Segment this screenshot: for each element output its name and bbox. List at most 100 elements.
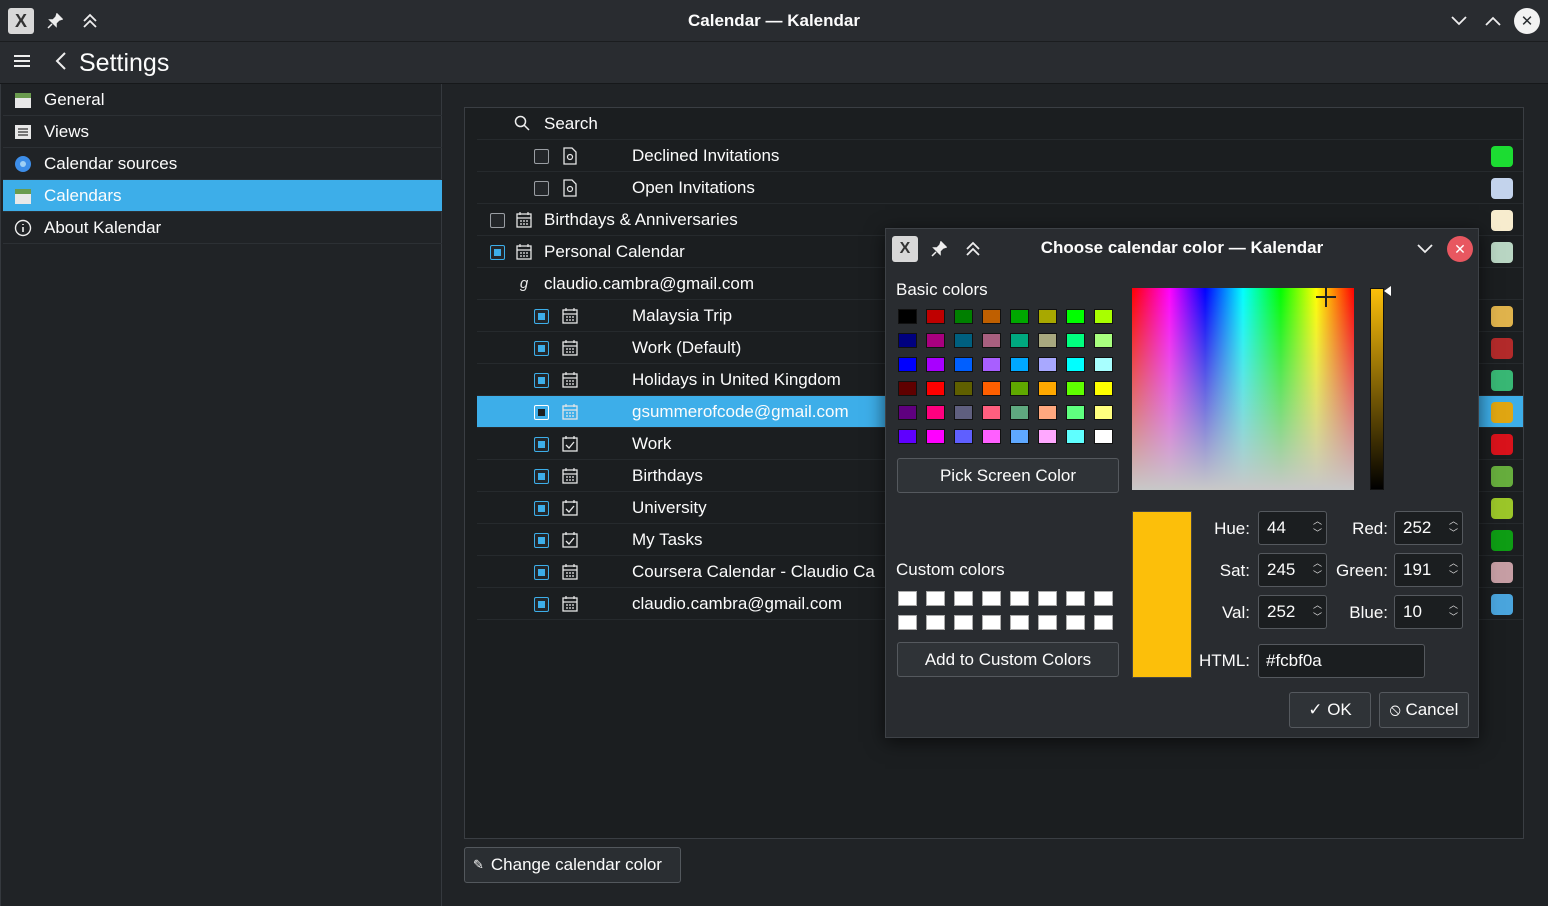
basic-color-swatch[interactable] (954, 333, 973, 348)
basic-color-swatch[interactable] (1066, 333, 1085, 348)
basic-color-swatch[interactable] (1038, 405, 1057, 420)
calendar-checkbox[interactable] (534, 405, 549, 420)
calendar-checkbox[interactable] (534, 533, 549, 548)
calendar-color-swatch[interactable] (1491, 402, 1513, 423)
basic-color-swatch[interactable] (926, 405, 945, 420)
custom-color-swatch[interactable] (1038, 591, 1057, 606)
picker-crosshair[interactable] (1316, 287, 1336, 307)
add-to-custom-colors-button[interactable]: Add to Custom Colors (897, 642, 1119, 677)
basic-color-swatch[interactable] (1066, 405, 1085, 420)
calendar-color-swatch[interactable] (1491, 178, 1513, 199)
custom-color-swatch[interactable] (954, 615, 973, 630)
calendar-color-swatch[interactable] (1491, 146, 1513, 167)
calendar-checkbox[interactable] (534, 437, 549, 452)
back-icon[interactable] (54, 49, 68, 79)
green-spinbox[interactable]: 191 ︿ ﹀ (1394, 553, 1463, 587)
ok-button[interactable]: ✓ OK (1289, 692, 1371, 728)
calendar-checkbox[interactable] (534, 469, 549, 484)
calendar-color-swatch[interactable] (1491, 242, 1513, 263)
calendar-color-swatch[interactable] (1491, 466, 1513, 487)
calendar-color-swatch[interactable] (1491, 338, 1513, 359)
basic-color-swatch[interactable] (1094, 357, 1113, 372)
minimize-icon[interactable] (1412, 236, 1438, 262)
basic-color-swatch[interactable] (982, 381, 1001, 396)
calendar-checkbox[interactable] (534, 373, 549, 388)
calendar-checkbox[interactable] (534, 565, 549, 580)
basic-color-swatch[interactable] (982, 333, 1001, 348)
custom-color-swatch[interactable] (1010, 591, 1029, 606)
calendar-row[interactable]: Open Invitations (477, 172, 1523, 204)
spin-arrows-icon[interactable]: ︿ ﹀ (1313, 557, 1322, 581)
maximize-icon[interactable] (1480, 8, 1506, 34)
basic-color-swatch[interactable] (1038, 357, 1057, 372)
calendar-checkbox[interactable] (490, 245, 505, 260)
custom-color-swatch[interactable] (1066, 591, 1085, 606)
basic-color-swatch[interactable] (926, 357, 945, 372)
sidebar-item-about[interactable]: About Kalendar (3, 212, 442, 244)
html-color-input[interactable]: #fcbf0a (1258, 644, 1425, 678)
val-spinbox[interactable]: 252 ︿ ﹀ (1258, 595, 1327, 629)
hue-spinbox[interactable]: 44 ︿ ﹀ (1258, 511, 1327, 545)
close-icon[interactable]: ✕ (1514, 8, 1540, 34)
custom-color-swatch[interactable] (954, 591, 973, 606)
calendar-checkbox[interactable] (534, 341, 549, 356)
value-slider[interactable] (1370, 288, 1384, 490)
custom-color-swatch[interactable] (1066, 615, 1085, 630)
basic-color-swatch[interactable] (954, 357, 973, 372)
value-slider-handle[interactable] (1384, 286, 1391, 296)
basic-color-swatch[interactable] (898, 309, 917, 324)
basic-color-swatch[interactable] (1038, 309, 1057, 324)
close-icon[interactable]: ✕ (1447, 236, 1473, 262)
spin-arrows-icon[interactable]: ︿ ﹀ (1449, 557, 1458, 581)
sidebar-item-calendars[interactable]: Calendars (3, 180, 442, 212)
spin-arrows-icon[interactable]: ︿ ﹀ (1313, 515, 1322, 539)
search-row[interactable]: Search (477, 108, 1523, 140)
minimize-icon[interactable] (1446, 8, 1472, 34)
cancel-button[interactable]: ⦸ Cancel (1379, 692, 1469, 728)
basic-color-swatch[interactable] (982, 309, 1001, 324)
sidebar-item-calendar-sources[interactable]: Calendar sources (3, 148, 442, 180)
sidebar-item-general[interactable]: General (3, 84, 442, 116)
calendar-color-swatch[interactable] (1491, 210, 1513, 231)
basic-color-swatch[interactable] (982, 405, 1001, 420)
calendar-color-swatch[interactable] (1491, 498, 1513, 519)
hamburger-menu-icon[interactable] (12, 52, 32, 76)
calendar-checkbox[interactable] (534, 181, 549, 196)
calendar-color-swatch[interactable] (1491, 370, 1513, 391)
calendar-checkbox[interactable] (534, 149, 549, 164)
calendar-checkbox[interactable] (534, 501, 549, 516)
basic-color-swatch[interactable] (1010, 381, 1029, 396)
basic-color-swatch[interactable] (898, 357, 917, 372)
basic-color-swatch[interactable] (954, 429, 973, 444)
basic-color-swatch[interactable] (1010, 333, 1029, 348)
basic-color-swatch[interactable] (926, 333, 945, 348)
calendar-color-swatch[interactable] (1491, 306, 1513, 327)
basic-color-swatch[interactable] (1066, 429, 1085, 444)
custom-color-swatch[interactable] (1094, 615, 1113, 630)
spin-arrows-icon[interactable]: ︿ ﹀ (1449, 599, 1458, 623)
calendar-checkbox[interactable] (534, 309, 549, 324)
pick-screen-color-button[interactable]: Pick Screen Color (897, 458, 1119, 493)
custom-color-swatch[interactable] (898, 591, 917, 606)
basic-color-swatch[interactable] (982, 429, 1001, 444)
basic-color-swatch[interactable] (954, 381, 973, 396)
basic-color-swatch[interactable] (1038, 429, 1057, 444)
basic-color-swatch[interactable] (1038, 333, 1057, 348)
custom-color-swatch[interactable] (1038, 615, 1057, 630)
basic-color-swatch[interactable] (898, 333, 917, 348)
hue-saturation-picker[interactable] (1132, 288, 1354, 490)
spin-arrows-icon[interactable]: ︿ ﹀ (1313, 599, 1322, 623)
custom-color-swatch[interactable] (898, 615, 917, 630)
custom-color-swatch[interactable] (926, 615, 945, 630)
basic-color-swatch[interactable] (1094, 333, 1113, 348)
calendar-row[interactable]: Declined Invitations (477, 140, 1523, 172)
basic-color-swatch[interactable] (1010, 357, 1029, 372)
basic-color-swatch[interactable] (926, 429, 945, 444)
basic-color-swatch[interactable] (954, 309, 973, 324)
calendar-checkbox[interactable] (534, 597, 549, 612)
calendar-color-swatch[interactable] (1491, 530, 1513, 551)
red-spinbox[interactable]: 252 ︿ ﹀ (1394, 511, 1463, 545)
basic-color-swatch[interactable] (898, 381, 917, 396)
custom-color-swatch[interactable] (982, 615, 1001, 630)
basic-color-swatch[interactable] (1094, 309, 1113, 324)
